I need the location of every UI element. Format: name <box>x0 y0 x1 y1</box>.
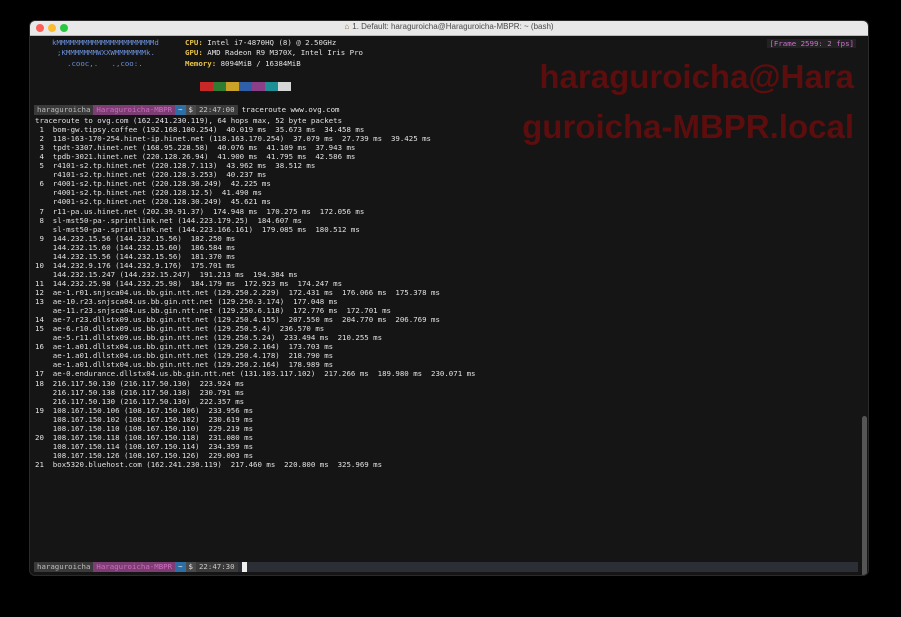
prompt-host: Haraguroicha-MBPR <box>93 105 176 115</box>
color-swatch <box>265 82 278 91</box>
output-line: 19 108.167.150.106 (108.167.150.106) 233… <box>35 405 254 415</box>
prompt-user: haraguroicha <box>34 562 94 572</box>
output-line: 108.167.150.110 (108.167.150.110) 229.21… <box>35 423 254 433</box>
ascii-logo-line: kMMMMMMMMMMMMMMMMMMMMMMd <box>52 38 159 47</box>
output-line: 144.232.15.56 (144.232.15.56) 181.370 ms <box>35 251 236 261</box>
window-title: ⌂ 1. Default: haraguroicha@Haraguroicha-M… <box>344 22 554 31</box>
output-line: ae-11.r23.snjsca04.us.bb.gin.ntt.net (12… <box>35 306 391 316</box>
prompt-line: haraguroicha Haraguroicha-MBPR ~ $22:47:00 t… <box>34 105 342 115</box>
prompt-host: Haraguroicha-MBPR <box>93 562 176 572</box>
color-swatch <box>213 82 226 91</box>
prompt-directory: ~ <box>175 105 186 115</box>
output-line: r4001-s2.tp.hinet.net (220.128.12.5) 41.… <box>35 188 262 198</box>
output-line: 144.232.15.247 (144.232.15.247) 191.213 … <box>35 269 298 279</box>
output-line: 5 r4101-s2.tp.hinet.net (220.128.7.113) … <box>35 161 316 171</box>
terminal-content[interactable]: [Frame 2599: 2 fps] kMMMMMMMMMMMMMMMMMMM… <box>30 36 868 575</box>
prompt-symbol: $ <box>185 562 196 572</box>
prompt-directory: ~ <box>175 562 186 572</box>
color-swatch <box>252 82 265 91</box>
output-line: r4101-s2.tp.hinet.net (220.128.3.253) 40… <box>35 170 267 180</box>
color-palette <box>200 82 291 91</box>
color-swatch <box>200 82 213 91</box>
scrollbar-thumb[interactable] <box>862 416 867 575</box>
home-icon: ⌂ <box>344 22 350 31</box>
memory-info: Memory: 8094MiB / 16384MiB <box>185 59 301 68</box>
output-line: 108.167.150.126 (108.167.150.126) 229.00… <box>35 450 254 460</box>
output-line: 7 r11-pa.us.hinet.net (202.39.91.37) 174… <box>35 206 365 216</box>
output-line: ae-1.a01.dllstx04.us.bb.gin.ntt.net (129… <box>35 360 334 370</box>
output-line: 144.232.15.60 (144.232.15.60) 186.584 ms <box>35 242 236 252</box>
output-line: 108.167.150.102 (108.167.150.102) 230.61… <box>35 414 254 424</box>
output-line: 12 ae-1.r01.snjsca04.us.bb.gin.ntt.net (… <box>35 288 440 297</box>
output-line: 9 144.232.15.56 (144.232.15.56) 182.250 … <box>35 233 236 243</box>
prompt-time: 22:47:00 <box>195 105 238 115</box>
output-line: sl-mst50-pa-.sprintlink.net (144.223.166… <box>35 224 360 234</box>
active-prompt-line[interactable]: haraguroicha Haraguroicha-MBPR ~ $22:47:30 <box>34 562 858 572</box>
gpu-info: GPU: AMD Radeon R9 M370X, Intel Iris Pro <box>185 48 363 57</box>
output-line: ae-1.a01.dllstx04.us.bb.gin.ntt.net (129… <box>35 351 334 361</box>
output-line: 20 108.167.150.118 (108.167.150.118) 231… <box>35 432 254 442</box>
output-line: 15 ae-6.r10.dllstx09.us.bb.gin.ntt.net (… <box>35 324 325 334</box>
color-swatch <box>278 82 291 91</box>
output-line: r4001-s2.tp.hinet.net (220.128.30.249) 4… <box>35 197 271 207</box>
output-line: 18 216.117.50.130 (216.117.50.130) 223.9… <box>35 378 245 388</box>
output-line: 4 tpdb-3021.hinet.net (220.128.26.94) 41… <box>35 152 356 162</box>
output-line: traceroute to ovg.com (162.241.230.119),… <box>35 116 343 125</box>
ascii-logo-line: .cooc,. .,coo:. <box>67 59 143 68</box>
output-line: 17 ae-0.endurance.dllstx04.us.bb.gin.ntt… <box>35 369 476 379</box>
output-line: 1 bom-gw.tipsy.coffee (192.168.100.254) … <box>35 125 365 134</box>
output-line: 216.117.50.130 (216.117.50.130) 222.357 … <box>35 396 245 406</box>
output-line: 10 144.232.9.176 (144.232.9.176) 175.701… <box>35 260 236 270</box>
output-line: 8 sl-mst50-pa-.sprintlink.net (144.223.1… <box>35 215 302 225</box>
hostname-watermark: guroicha-MBPR.local <box>522 108 854 145</box>
output-line: 3 tpdt-3307.hinet.net (168.95.228.58) 40… <box>35 143 356 153</box>
command-text: traceroute www.ovg.com <box>241 105 340 114</box>
output-line: 2 118-163-170-254.hinet-ip.hinet.net (11… <box>35 134 432 144</box>
output-line: 6 r4001-s2.tp.hinet.net (220.128.30.249)… <box>35 179 271 189</box>
output-line: 11 144.232.25.98 (144.232.25.98) 184.179… <box>35 278 343 288</box>
text-cursor[interactable] <box>241 562 247 572</box>
output-line: 108.167.150.114 (108.167.150.114) 234.35… <box>35 441 254 451</box>
prompt-symbol: $ <box>185 105 196 115</box>
output-line: 14 ae-7.r23.dllstx09.us.bb.gin.ntt.net (… <box>35 315 440 325</box>
ascii-logo-line: ;KMMMMMMMWXXWMMMMMMMk. <box>57 48 155 57</box>
output-line: 13 ae-10.r23.snjsca04.us.bb.gin.ntt.net … <box>35 297 338 306</box>
hostname-watermark: haraguroicha@Hara <box>539 58 854 95</box>
color-swatch <box>239 82 252 91</box>
output-line: 21 box5320.bluehost.com (162.241.230.119… <box>35 459 383 469</box>
title-bar[interactable]: ⌂ 1. Default: haraguroicha@Haraguroicha-M… <box>30 21 868 36</box>
output-line: 16 ae-1.a01.dllstx04.us.bb.gin.ntt.net (… <box>35 342 334 352</box>
prompt-user: haraguroicha <box>34 105 94 115</box>
cpu-info: CPU: Intel i7-4870HQ (8) @ 2.50GHz <box>185 38 337 47</box>
frame-counter: [Frame 2599: 2 fps] <box>767 39 856 48</box>
output-line: 216.117.50.138 (216.117.50.138) 230.791 … <box>35 387 245 397</box>
color-swatch <box>226 82 239 91</box>
prompt-time: 22:47:30 <box>195 562 238 572</box>
terminal-window[interactable]: ⌂ 1. Default: haraguroicha@Haraguroicha-M… <box>30 21 868 575</box>
output-line: ae-5.r11.dllstx09.us.bb.gin.ntt.net (129… <box>35 333 383 343</box>
